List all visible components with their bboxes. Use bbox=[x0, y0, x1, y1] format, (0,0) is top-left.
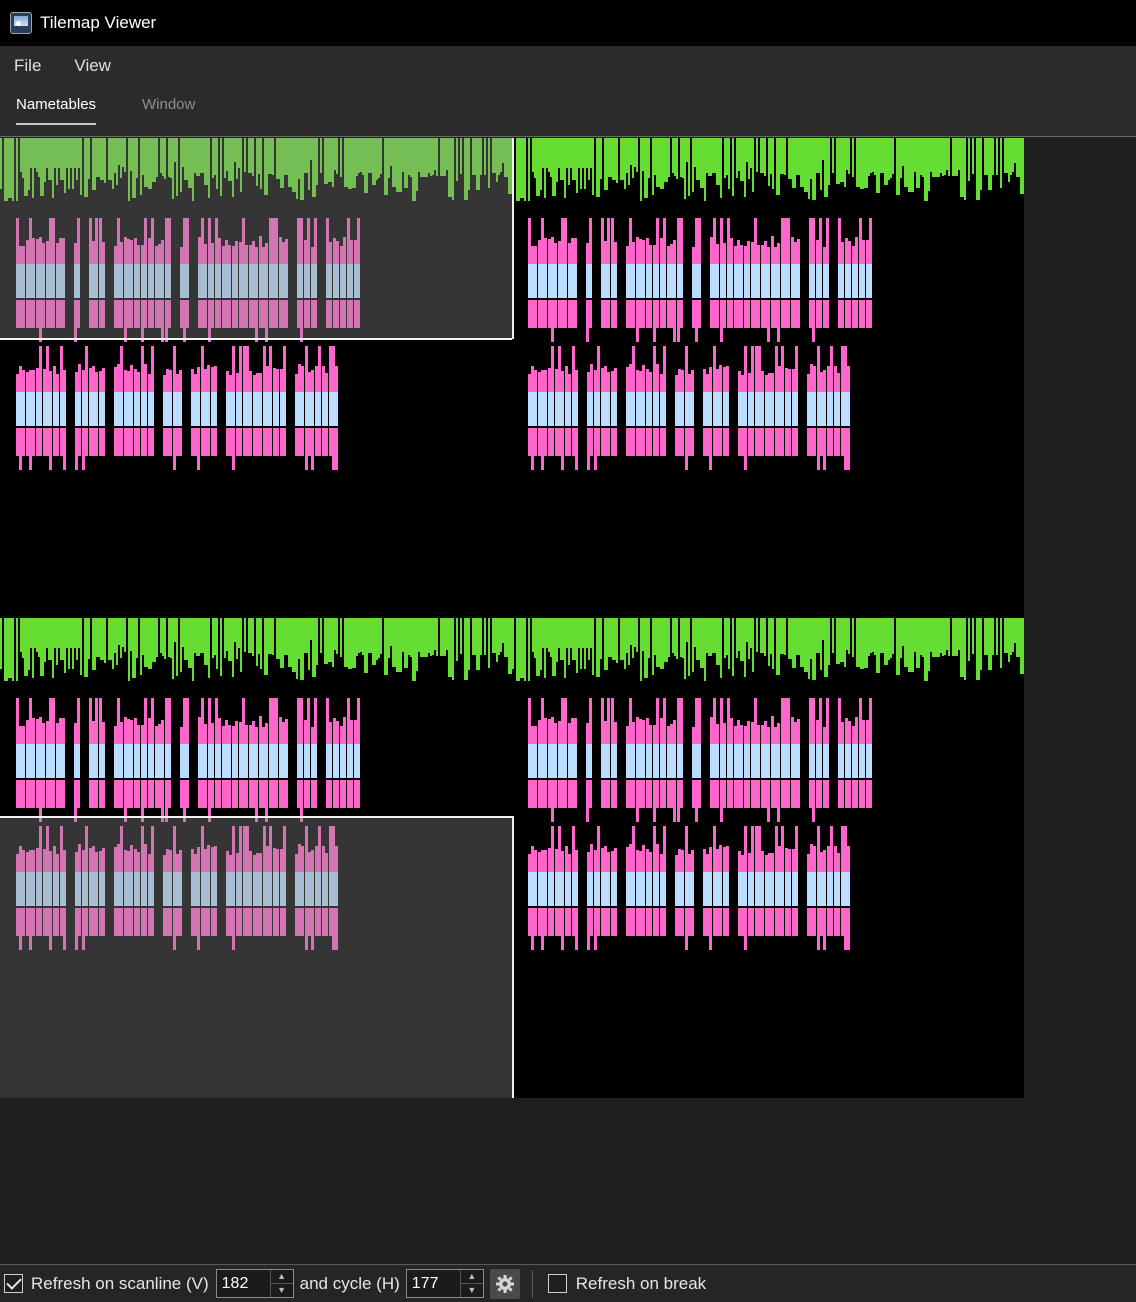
cycle-spinner[interactable]: ▲ ▼ bbox=[459, 1270, 483, 1297]
tab-nametables[interactable]: Nametables bbox=[16, 96, 97, 125]
refresh-break-label: Refresh on break bbox=[575, 1273, 707, 1293]
gear-icon bbox=[495, 1274, 514, 1293]
cycle-value[interactable]: 177 bbox=[407, 1270, 460, 1297]
spin-down-icon[interactable]: ▼ bbox=[270, 1283, 293, 1297]
viewport-edge-bottom bbox=[0, 816, 512, 818]
nametable-graphics bbox=[0, 138, 512, 470]
status-bar: Refresh on scanline (V) 182 ▲ ▼ and cycl… bbox=[0, 1264, 1136, 1302]
viewport-edge-right-bottom bbox=[512, 816, 514, 1098]
title-bar: Tilemap Viewer bbox=[0, 0, 1136, 46]
spin-up-icon[interactable]: ▲ bbox=[461, 1270, 483, 1283]
menu-view[interactable]: View bbox=[60, 56, 125, 76]
menu-bar: File View bbox=[0, 46, 1136, 86]
viewport-edge-right-top bbox=[512, 138, 514, 339]
settings-button[interactable] bbox=[489, 1268, 520, 1299]
scanline-spinner[interactable]: ▲ ▼ bbox=[269, 1270, 293, 1297]
tilemap-canvas[interactable] bbox=[0, 138, 1024, 1098]
scanline-input[interactable]: 182 ▲ ▼ bbox=[215, 1269, 294, 1298]
picture-icon bbox=[10, 12, 32, 34]
cycle-input[interactable]: 177 ▲ ▼ bbox=[405, 1269, 484, 1298]
scanline-value[interactable]: 182 bbox=[217, 1270, 270, 1297]
spin-up-icon[interactable]: ▲ bbox=[271, 1270, 293, 1283]
nametable-graphics bbox=[0, 618, 512, 950]
nametable-1 bbox=[512, 138, 1024, 618]
menu-file[interactable]: File bbox=[0, 56, 55, 76]
refresh-break-checkbox[interactable] bbox=[547, 1274, 567, 1293]
cycle-label: and cycle (H) bbox=[299, 1273, 400, 1293]
window-title: Tilemap Viewer bbox=[40, 13, 157, 32]
nametable-2 bbox=[0, 618, 512, 1098]
spin-down-icon[interactable]: ▼ bbox=[460, 1283, 483, 1297]
separator bbox=[531, 1269, 533, 1298]
refresh-scanline-checkbox[interactable] bbox=[4, 1274, 23, 1293]
nametable-graphics bbox=[512, 138, 1024, 470]
nametable-0 bbox=[0, 138, 512, 618]
viewport-edge-top bbox=[0, 338, 512, 340]
nametable-graphics bbox=[512, 618, 1024, 950]
tab-bar: Nametables Window bbox=[0, 86, 1136, 137]
tab-window[interactable]: Window bbox=[142, 96, 195, 123]
nametable-3 bbox=[512, 618, 1024, 1098]
refresh-scanline-label: Refresh on scanline (V) bbox=[31, 1273, 209, 1293]
